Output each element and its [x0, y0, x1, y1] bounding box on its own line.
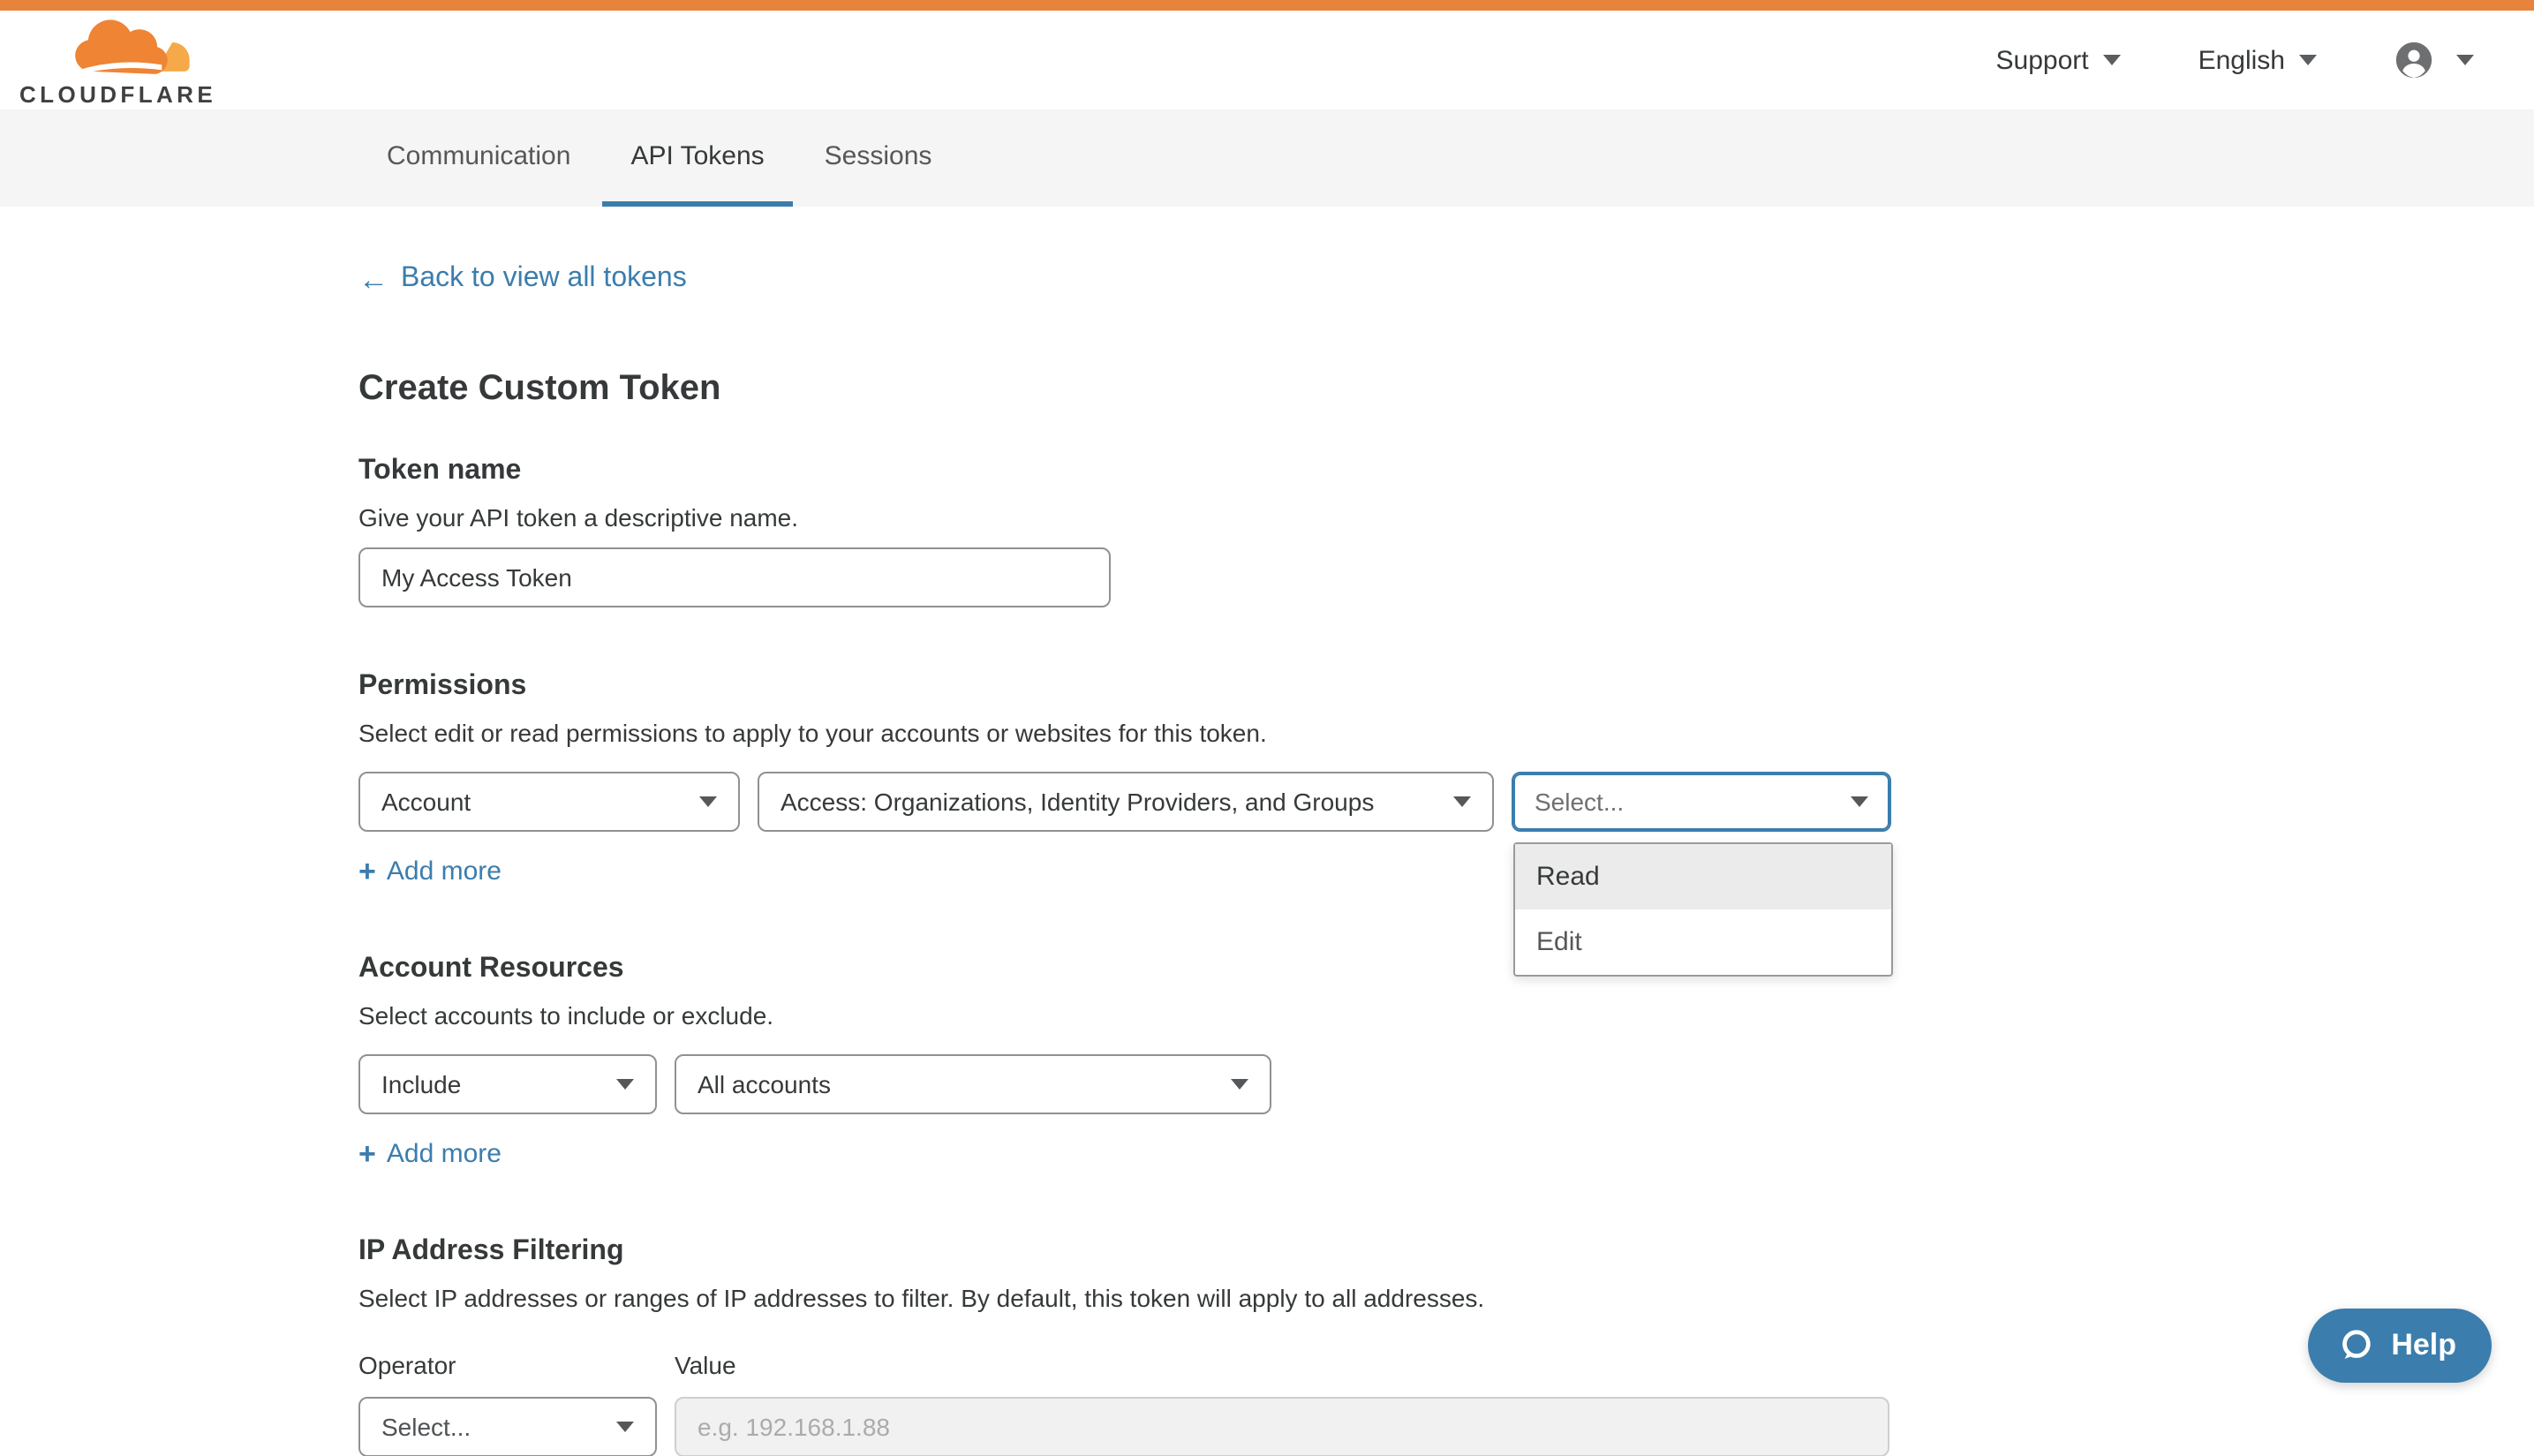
- chevron-down-icon: [699, 796, 717, 806]
- value-label: Value: [675, 1350, 736, 1378]
- chevron-down-icon: [2299, 55, 2317, 65]
- permission-scope-value: Account: [381, 787, 471, 815]
- permissions-add-more-label: Add more: [387, 856, 502, 886]
- left-arrow-icon: ←: [358, 264, 388, 294]
- site-header: CLOUDFLARE Support English: [0, 11, 2534, 109]
- token-name-input[interactable]: [358, 547, 1111, 607]
- language-menu[interactable]: English: [2198, 45, 2317, 75]
- tab-sessions[interactable]: Sessions: [796, 109, 961, 207]
- token-name-section: Token name Give your API token a descrip…: [358, 455, 2534, 607]
- chevron-down-icon: [2456, 55, 2474, 65]
- resource-accounts-dropdown[interactable]: All accounts: [675, 1053, 1271, 1113]
- support-menu-label: Support: [1996, 45, 2089, 75]
- cloudflare-cloud-icon: [62, 15, 207, 79]
- page-title: Create Custom Token: [358, 368, 2534, 409]
- resource-mode-value: Include: [381, 1069, 461, 1098]
- permission-scope-dropdown[interactable]: Account: [358, 771, 740, 831]
- permission-resource-dropdown[interactable]: Access: Organizations, Identity Provider…: [758, 771, 1494, 831]
- chevron-down-icon: [616, 1421, 634, 1431]
- user-avatar-icon: [2394, 41, 2433, 79]
- back-to-tokens-link[interactable]: ← Back to view all tokens: [358, 263, 687, 295]
- chevron-down-icon: [1231, 1078, 1248, 1089]
- permission-resource-value: Access: Organizations, Identity Provider…: [781, 787, 1374, 815]
- tab-api-tokens-label: API Tokens: [630, 140, 764, 170]
- ip-filtering-section: IP Address Filtering Select IP addresses…: [358, 1235, 2534, 1456]
- ip-filtering-description: Select IP addresses or ranges of IP addr…: [358, 1283, 2534, 1311]
- resource-mode-dropdown[interactable]: Include: [358, 1053, 657, 1113]
- ip-value-input[interactable]: [675, 1396, 1889, 1456]
- ip-filtering-labels-row: Operator Value: [358, 1350, 2534, 1378]
- profile-tabbar: Communication API Tokens Sessions: [0, 109, 2534, 207]
- brand-top-bar: [0, 0, 2534, 11]
- back-link-label: Back to view all tokens: [401, 263, 687, 295]
- permission-access-dropdown[interactable]: Select... Read Edit: [1512, 771, 1891, 831]
- ip-filtering-controls-row: Select...: [358, 1396, 2534, 1456]
- chevron-down-icon: [1453, 796, 1471, 806]
- account-resources-heading: Account Resources: [358, 953, 2534, 984]
- cloudflare-logo[interactable]: CLOUDFLARE: [19, 15, 216, 105]
- permissions-description: Select edit or read permissions to apply…: [358, 718, 2534, 746]
- plus-icon: +: [358, 1138, 376, 1168]
- plus-icon: +: [358, 856, 376, 886]
- resource-accounts-value: All accounts: [698, 1069, 831, 1098]
- permissions-heading: Permissions: [358, 670, 2534, 702]
- help-button-label: Help: [2391, 1328, 2456, 1363]
- permissions-controls-row: Account Access: Organizations, Identity …: [358, 771, 2534, 831]
- menu-option-edit[interactable]: Edit: [1515, 909, 1891, 974]
- tab-sessions-label: Sessions: [825, 140, 932, 170]
- main-content: ← Back to view all tokens Create Custom …: [0, 207, 2534, 1456]
- token-name-heading: Token name: [358, 455, 2534, 487]
- chevron-down-icon: [2103, 55, 2121, 65]
- permissions-add-more-link[interactable]: + Add more: [358, 856, 502, 886]
- app-screen: CLOUDFLARE Support English Comm: [0, 0, 2534, 1407]
- token-name-description: Give your API token a descriptive name.: [358, 502, 2534, 531]
- account-resources-description: Select accounts to include or exclude.: [358, 1000, 2534, 1029]
- ip-operator-value: Select...: [381, 1412, 471, 1440]
- header-right: Support English: [1996, 41, 2475, 79]
- tab-communication-label: Communication: [387, 140, 570, 170]
- account-menu[interactable]: [2394, 41, 2474, 79]
- account-resources-add-more-link[interactable]: + Add more: [358, 1138, 502, 1168]
- account-resources-add-more-label: Add more: [387, 1138, 502, 1168]
- chevron-down-icon: [1851, 796, 1868, 806]
- permissions-section: Permissions Select edit or read permissi…: [358, 670, 2534, 889]
- operator-label: Operator: [358, 1350, 675, 1378]
- tab-communication[interactable]: Communication: [358, 109, 599, 207]
- chat-bubble-icon: [2336, 1326, 2375, 1365]
- permission-access-value: Select...: [1535, 787, 1624, 815]
- chevron-down-icon: [616, 1078, 634, 1089]
- account-resources-section: Account Resources Select accounts to inc…: [358, 953, 2534, 1172]
- menu-option-read[interactable]: Read: [1515, 843, 1891, 909]
- account-resources-controls-row: Include All accounts: [358, 1053, 2534, 1113]
- tab-api-tokens[interactable]: API Tokens: [602, 109, 792, 207]
- cloudflare-logo-text: CLOUDFLARE: [19, 82, 216, 105]
- language-menu-label: English: [2198, 45, 2285, 75]
- help-button[interactable]: Help: [2308, 1309, 2492, 1383]
- ip-filtering-heading: IP Address Filtering: [358, 1235, 2534, 1267]
- ip-operator-dropdown[interactable]: Select...: [358, 1396, 657, 1456]
- access-options-menu: Read Edit: [1513, 841, 1893, 976]
- support-menu[interactable]: Support: [1996, 45, 2121, 75]
